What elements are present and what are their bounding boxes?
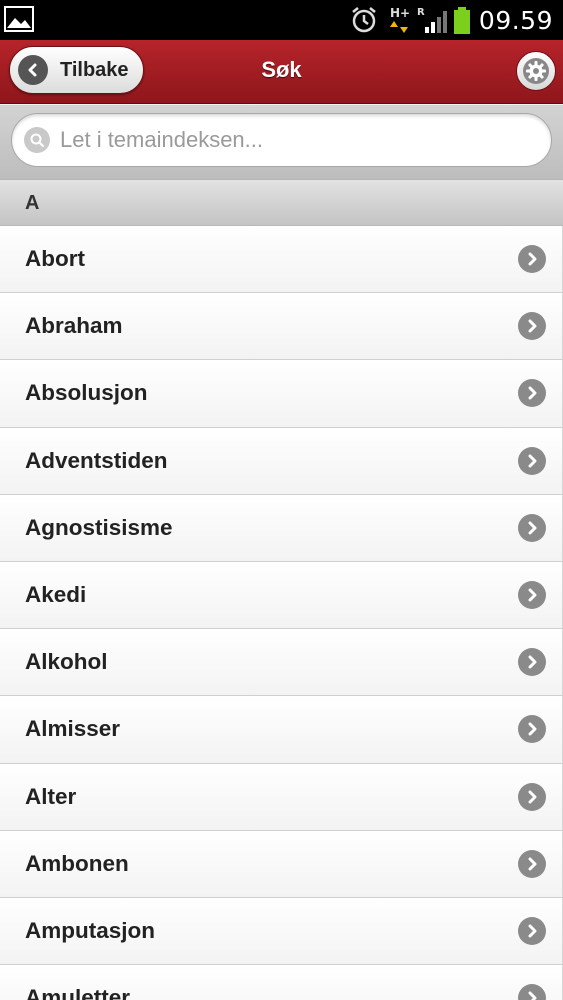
search-field[interactable]	[11, 113, 552, 167]
search-icon	[24, 127, 50, 153]
list-item[interactable]: Alkohol	[0, 629, 563, 697]
list-item[interactable]: Abort	[0, 226, 563, 294]
list-item[interactable]: Absolusjon	[0, 360, 563, 428]
gallery-icon	[4, 6, 34, 32]
back-button-label: Tilbake	[60, 58, 129, 81]
signal-icon: R	[417, 7, 447, 33]
chevron-right-icon	[518, 245, 546, 273]
list-item-label: Absolusjon	[25, 380, 148, 406]
battery-icon	[453, 7, 470, 34]
section-divider: A	[0, 179, 563, 226]
chevron-right-icon	[518, 446, 546, 475]
chevron-right-icon	[518, 648, 546, 677]
list-item-label: Akedi	[25, 581, 87, 607]
back-arrow-icon	[18, 55, 48, 85]
list-item[interactable]: Abraham	[0, 293, 563, 361]
settings-button[interactable]	[516, 51, 556, 91]
chevron-right-icon	[518, 916, 546, 945]
gear-icon	[523, 58, 549, 84]
status-time: 09.59	[478, 5, 553, 35]
list-item-label: Abraham	[25, 313, 123, 339]
topic-list: Abort Abraham Absolusjon Adventstiden Ag…	[0, 226, 563, 1000]
header-bar: Tilbake Søk	[0, 40, 563, 104]
section-divider-label: A	[25, 192, 40, 214]
list-item-label: Amputasjon	[25, 917, 156, 943]
hplus-data-icon: H+	[389, 6, 410, 33]
search-input[interactable]	[60, 127, 551, 153]
status-bar: H+ R 09.59	[0, 0, 563, 40]
chevron-right-icon	[518, 312, 546, 341]
list-item-label: Alter	[25, 783, 77, 809]
list-item-label: Almisser	[25, 716, 121, 742]
list-item[interactable]: Alter	[0, 763, 563, 831]
list-item-label: Adventstiden	[25, 447, 168, 473]
svg-text:R: R	[417, 7, 425, 18]
chevron-right-icon	[518, 715, 546, 744]
list-item[interactable]: Agnostisisme	[0, 494, 563, 562]
list-item-label: Alkohol	[25, 649, 108, 675]
chevron-right-icon	[518, 782, 546, 811]
chevron-right-icon	[518, 513, 546, 542]
search-bar	[0, 105, 563, 179]
list-item[interactable]: Ambonen	[0, 830, 563, 898]
chevron-right-icon	[518, 379, 546, 408]
chevron-right-icon	[518, 580, 546, 609]
list-item[interactable]: Amputasjon	[0, 897, 563, 966]
alarm-icon	[352, 7, 376, 33]
list-item[interactable]: Almisser	[0, 696, 563, 764]
list-item-label: Ambonen	[25, 850, 129, 876]
chevron-right-icon	[518, 984, 546, 1000]
list-item[interactable]: Adventstiden	[0, 427, 563, 495]
list-item-label: Agnostisisme	[25, 514, 173, 540]
svg-text:H+: H+	[390, 6, 410, 20]
list-item[interactable]: Amuletter	[0, 965, 563, 1000]
list-item-label: Amuletter	[25, 985, 131, 1000]
back-button[interactable]: Tilbake	[9, 46, 144, 94]
chevron-right-icon	[518, 849, 546, 878]
list-item-label: Abort	[25, 246, 85, 271]
list-item[interactable]: Akedi	[0, 561, 563, 630]
